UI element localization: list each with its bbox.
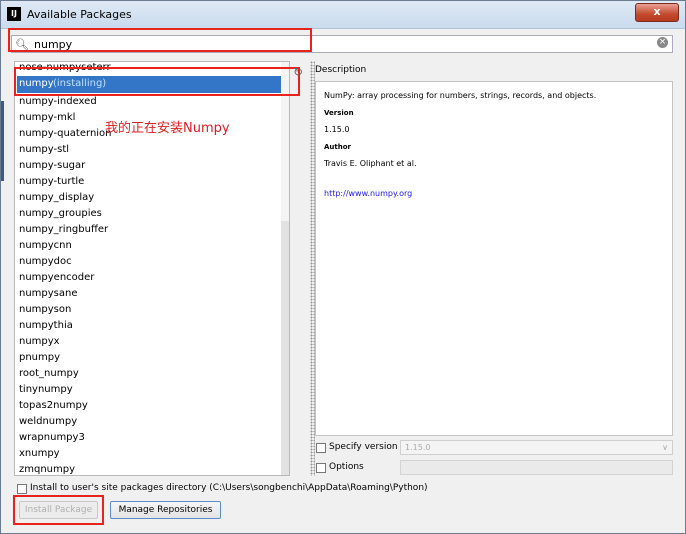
list-scrollbar[interactable]: [281, 62, 289, 475]
annotation-text: 我的正在安装Numpy: [105, 121, 230, 136]
available-packages-dialog: IJ Available Packages x 🔍︎ numpy × nose-…: [0, 0, 686, 534]
clear-icon[interactable]: ×: [657, 37, 668, 48]
list-item[interactable]: numpy_groupies: [19, 206, 102, 222]
options-input[interactable]: [400, 460, 673, 475]
specify-version-checkbox[interactable]: [316, 443, 326, 453]
title-bar: IJ Available Packages x: [1, 1, 685, 29]
list-item[interactable]: numpythia: [19, 318, 73, 334]
list-item[interactable]: numpycnn: [19, 238, 72, 254]
scrollbar-thumb[interactable]: [281, 221, 289, 475]
options-label: Options: [329, 462, 364, 472]
manage-repositories-button[interactable]: Manage Repositories: [110, 501, 221, 519]
author-heading: Author: [324, 143, 351, 151]
homepage-link[interactable]: http://www.numpy.org: [324, 189, 412, 198]
list-item[interactable]: numpyencoder: [19, 270, 94, 286]
search-highlight-box: [8, 28, 312, 52]
description-label: Description: [315, 65, 367, 75]
list-item[interactable]: zmqnumpy: [19, 462, 75, 475]
app-icon: IJ: [7, 7, 21, 21]
install-to-user-label: Install to user's site packages director…: [30, 483, 428, 493]
install-to-user-checkbox[interactable]: [17, 484, 27, 494]
list-item[interactable]: numpy-quaternion: [19, 126, 112, 142]
list-item[interactable]: numpy-indexed: [19, 94, 97, 110]
list-item[interactable]: pnumpy: [19, 350, 60, 366]
list-item[interactable]: weldnumpy: [19, 414, 77, 430]
list-item[interactable]: numpy_display: [19, 190, 94, 206]
description-summary: NumPy: array processing for numbers, str…: [324, 91, 597, 100]
list-item[interactable]: wrapnumpy3: [19, 430, 85, 446]
list-item[interactable]: topas2numpy: [19, 398, 88, 414]
refresh-icon[interactable]: ↻: [293, 65, 305, 79]
list-item[interactable]: numpy-mkl: [19, 110, 75, 126]
background-window-edge: [1, 101, 4, 181]
list-item[interactable]: numpysane: [19, 286, 78, 302]
list-item[interactable]: numpy_ringbuffer: [19, 222, 108, 238]
list-item[interactable]: numpy-turtle: [19, 174, 84, 190]
list-item[interactable]: numpyx: [19, 334, 60, 350]
list-item[interactable]: numpyson: [19, 302, 71, 318]
chevron-down-icon: ∨: [662, 443, 668, 452]
install-highlight-box: [13, 495, 104, 525]
author-value: Travis E. Oliphant et al.: [324, 159, 417, 168]
close-button[interactable]: x: [635, 3, 679, 22]
list-item[interactable]: numpy-stl: [19, 142, 69, 158]
version-select-value: 1.15.0: [405, 443, 431, 452]
list-item[interactable]: xnumpy: [19, 446, 60, 462]
specify-version-label: Specify version: [329, 442, 398, 452]
list-item[interactable]: numpy-sugar: [19, 158, 85, 174]
list-item[interactable]: numpydoc: [19, 254, 72, 270]
list-item[interactable]: tinynumpy: [19, 382, 73, 398]
selected-highlight-box: [14, 67, 300, 96]
window-title: Available Packages: [27, 8, 132, 21]
version-heading: Version: [324, 109, 354, 117]
version-select[interactable]: 1.15.0 ∨: [400, 440, 673, 455]
list-item[interactable]: root_numpy: [19, 366, 79, 382]
options-checkbox[interactable]: [316, 463, 326, 473]
description-pane: NumPy: array processing for numbers, str…: [315, 81, 673, 436]
version-value: 1.15.0: [324, 125, 350, 134]
